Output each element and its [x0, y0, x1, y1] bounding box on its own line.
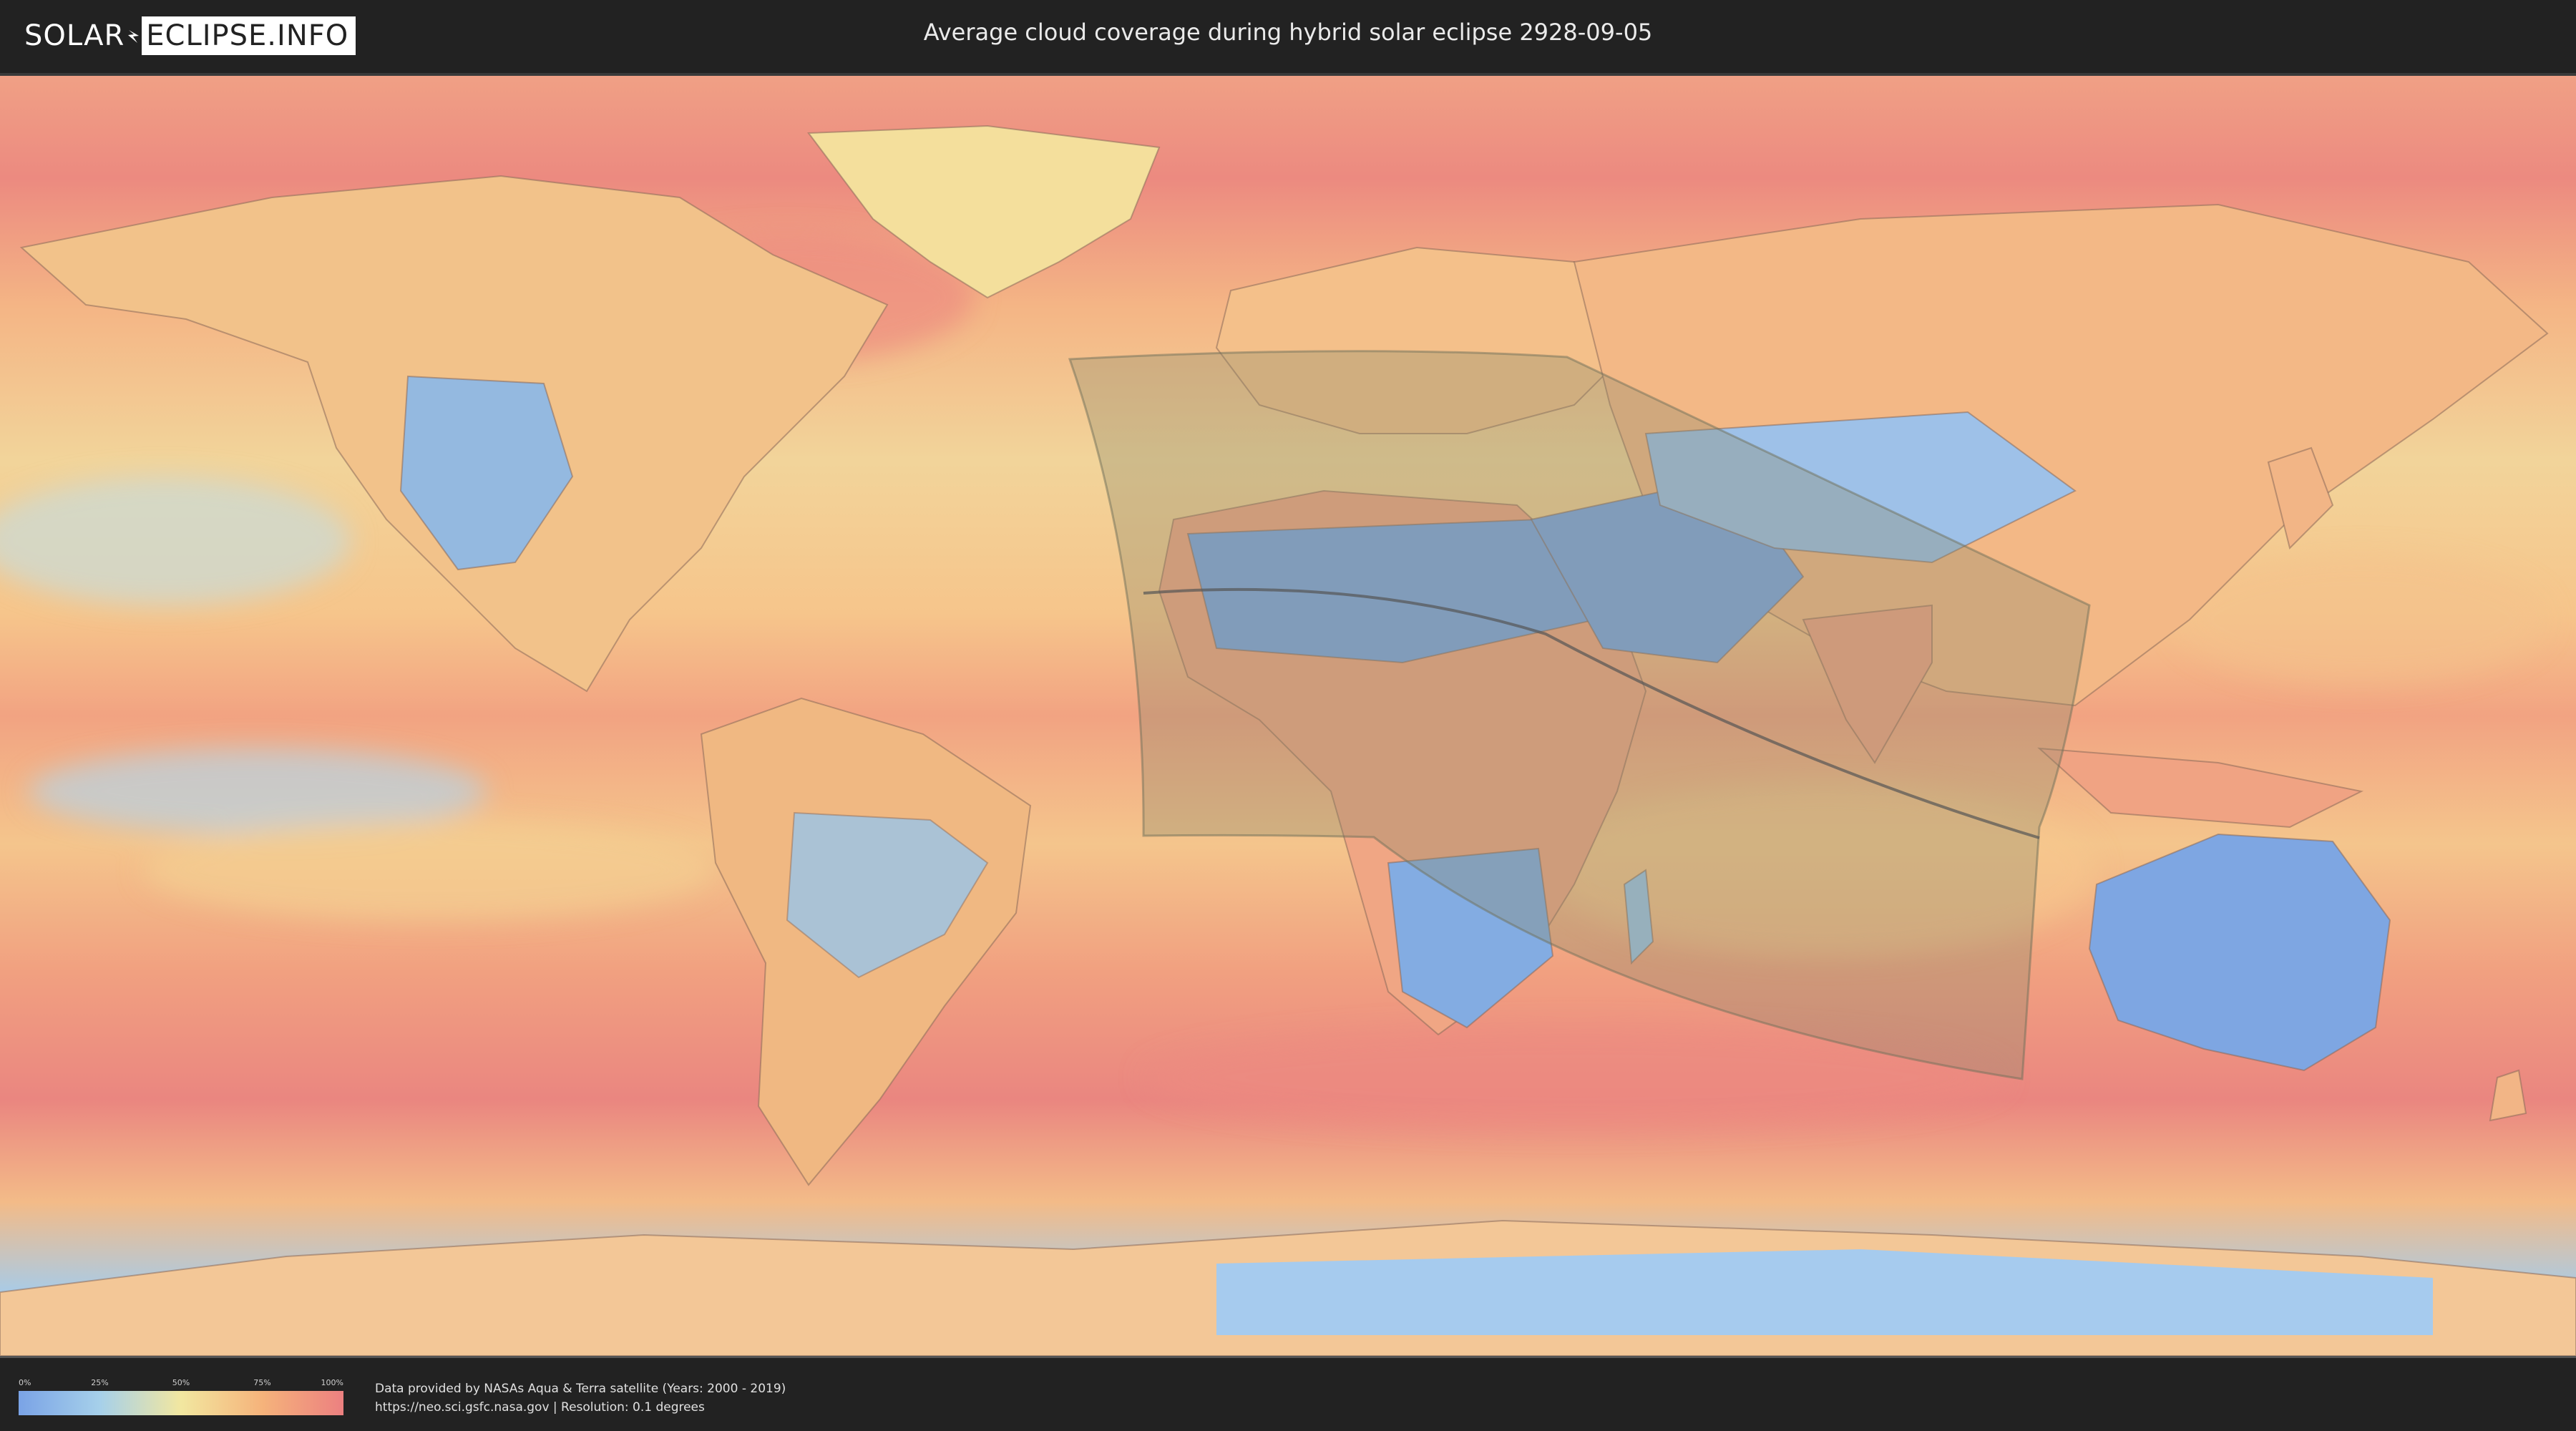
data-credits: Data provided by NASAs Aqua & Terra sate… — [375, 1379, 786, 1417]
cloud-coverage-legend: 0% 25% 50% 75% 100% — [19, 1378, 343, 1415]
legend-color-bar — [19, 1391, 343, 1415]
legend-tick-75: 75% — [253, 1378, 271, 1387]
credit-line-2[interactable]: https://neo.sci.gsfc.nasa.gov | Resoluti… — [375, 1398, 786, 1417]
header-bar: SOLAR ECLIPSE.INFO Average cloud coverag… — [0, 0, 2576, 76]
page-title: Average cloud coverage during hybrid sol… — [923, 19, 1653, 46]
legend-tick-100: 100% — [321, 1378, 343, 1387]
legend-tick-0: 0% — [19, 1378, 31, 1387]
legend-ticks: 0% 25% 50% 75% 100% — [19, 1378, 343, 1388]
credit-line-1: Data provided by NASAs Aqua & Terra sate… — [375, 1382, 786, 1396]
legend-tick-50: 50% — [172, 1378, 190, 1387]
world-map-svg — [0, 76, 2576, 1356]
legend-tick-25: 25% — [91, 1378, 109, 1387]
cloud-coverage-map[interactable] — [0, 76, 2576, 1358]
footer-bar: 0% 25% 50% 75% 100% Data provided by NAS… — [0, 1358, 2576, 1431]
